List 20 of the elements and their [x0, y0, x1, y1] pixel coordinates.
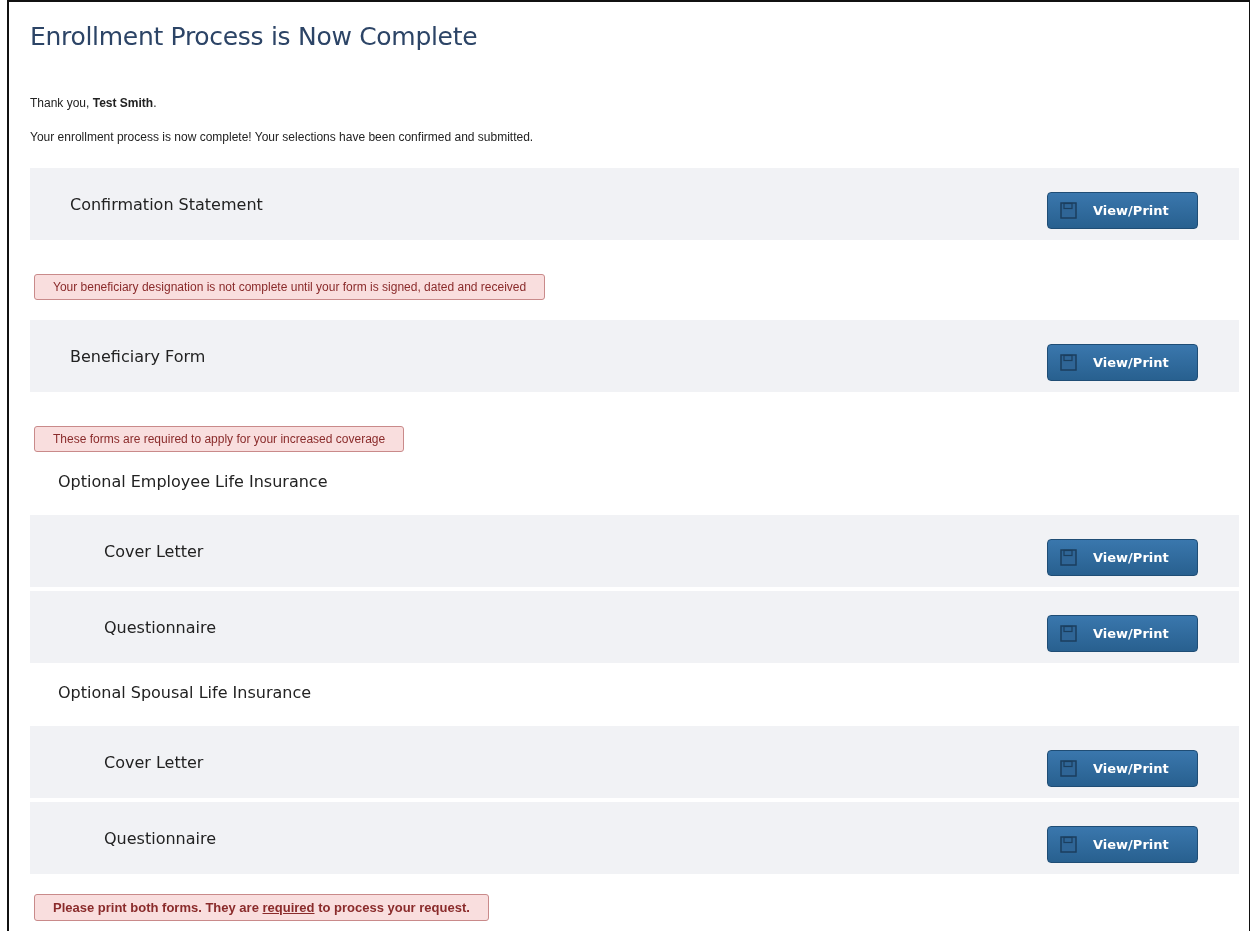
document-title: Questionnaire [104, 617, 217, 637]
section-heading: Optional Employee Life Insurance [57, 472, 329, 493]
section-heading: Optional Spousal Life Insurance [57, 683, 313, 704]
document-title: Questionnaire [104, 828, 217, 848]
document-title: Beneficiary Form [70, 346, 206, 366]
alert-message: Your beneficiary designation is not complete until your form is signed, dated and received [34, 274, 546, 300]
view-print-button[interactable]: View/Print [1047, 538, 1198, 576]
document-title: Cover Letter [104, 541, 204, 561]
thank-you-text: Thank you, Test Smith. [30, 96, 158, 110]
view-print-button[interactable]: View/Print [1047, 191, 1198, 229]
alert-message: Please print both forms. They are required to process your request. [34, 894, 489, 921]
view-print-button[interactable]: View/Print [1047, 749, 1198, 787]
view-print-button[interactable]: View/Print [1047, 825, 1198, 863]
alert-message: These forms are required to apply for your increased coverage [34, 426, 405, 452]
page-title: Enrollment Process is Now Complete [30, 22, 479, 51]
document-title: Cover Letter [104, 752, 204, 772]
view-print-button[interactable]: View/Print [1047, 614, 1198, 652]
confirmation-message: Your enrollment process is now complete! Your selections have been confirmed and submitted. [30, 130, 535, 144]
view-print-button[interactable]: View/Print [1047, 343, 1198, 381]
document-title: Confirmation Statement [70, 194, 263, 214]
